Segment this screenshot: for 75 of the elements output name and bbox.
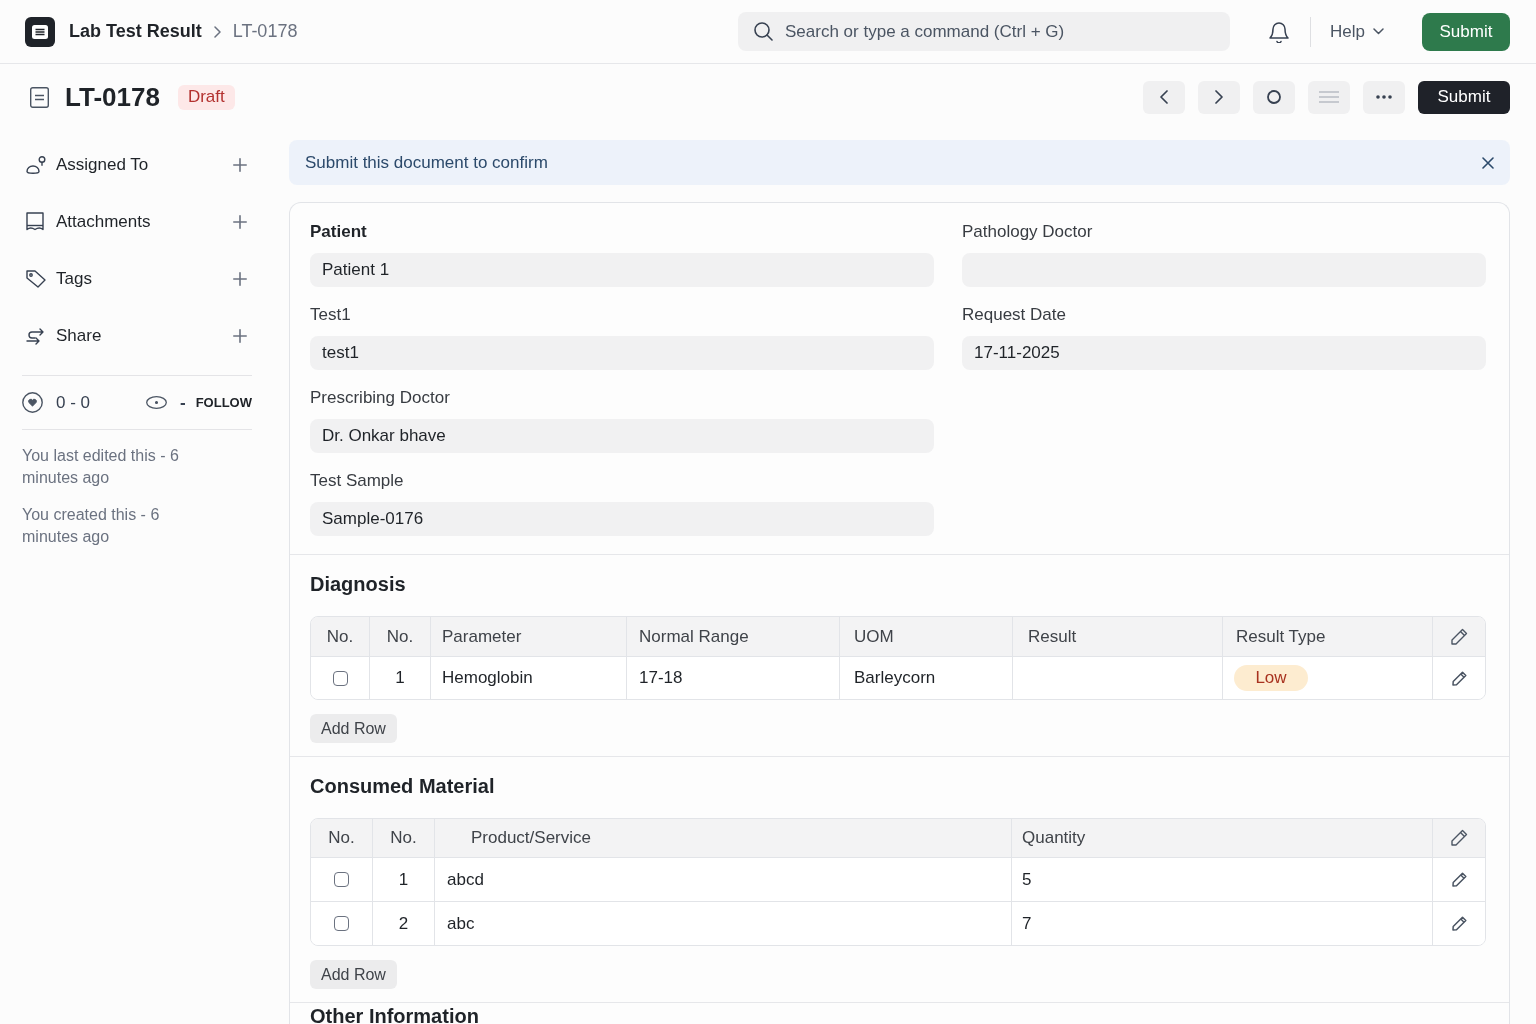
- checkbox[interactable]: [332, 670, 348, 686]
- edit-icon[interactable]: [1451, 872, 1467, 887]
- add-row-button[interactable]: Add Row: [310, 714, 397, 743]
- plus-icon[interactable]: [233, 328, 247, 343]
- submit-button[interactable]: Submit: [1418, 80, 1510, 114]
- tag-icon: [26, 269, 46, 288]
- table-cell: 1: [370, 657, 431, 699]
- input-field[interactable]: Dr. Onkar bhave: [310, 419, 934, 453]
- document-icon: [30, 86, 49, 108]
- next-button[interactable]: [1198, 80, 1240, 114]
- circle-icon: [1267, 90, 1281, 104]
- follow-link[interactable]: FOLLOW: [195, 392, 252, 413]
- plus-icon[interactable]: [233, 214, 247, 229]
- plus-icon[interactable]: [233, 271, 247, 286]
- table-cell: 17-18: [627, 657, 840, 699]
- breadcrumb-link[interactable]: Lab Test Result: [69, 18, 202, 45]
- eye-icon: [146, 396, 167, 409]
- sidebar-link[interactable]: Share: [56, 322, 102, 349]
- search-icon: [754, 22, 774, 41]
- section-title: Diagnosis: [310, 572, 407, 597]
- lines-icon: [1319, 91, 1339, 103]
- field-label: Request Date: [962, 304, 1067, 326]
- checkbox[interactable]: [334, 872, 349, 887]
- timeline-text: You created this - 6 minutes ago: [22, 505, 161, 547]
- input-field[interactable]: 17-11-2025: [962, 336, 1486, 370]
- section-title: Other Information: [310, 1006, 480, 1024]
- add-row-button[interactable]: Add Row: [310, 960, 397, 989]
- app-logo-icon[interactable]: [25, 16, 55, 47]
- field-label: Pathology Doctor: [962, 221, 1094, 243]
- chevron-right-icon: [1215, 90, 1223, 104]
- status-badge: Draft: [177, 84, 235, 110]
- status-badge: Low: [1234, 665, 1308, 691]
- edit-icon[interactable]: [1450, 829, 1468, 847]
- field-label: Prescribing Doctor: [310, 387, 451, 409]
- page-title: LT-0178: [65, 80, 160, 114]
- submit-button[interactable]: Submit: [1422, 12, 1510, 51]
- close-icon[interactable]: [1482, 156, 1494, 169]
- alert-text: Submit this document to confirm: [305, 151, 548, 174]
- chevron-right-icon: [213, 25, 221, 38]
- book-icon: [26, 212, 44, 231]
- table-cell: 7: [1012, 902, 1433, 945]
- edit-icon[interactable]: [1451, 670, 1467, 686]
- checkbox[interactable]: [334, 916, 349, 931]
- chevron-left-icon: [1160, 90, 1168, 104]
- more-icon: [1376, 95, 1392, 99]
- user-icon: [26, 155, 47, 174]
- breadcrumb-link[interactable]: LT-0178: [232, 18, 298, 45]
- table-cell: 2: [373, 902, 435, 945]
- table-cell: abc: [435, 902, 1012, 945]
- more-button[interactable]: [1363, 80, 1405, 114]
- field-label: Test Sample: [310, 470, 405, 492]
- search-field[interactable]: Search or type a command (Ctrl + G): [738, 12, 1231, 51]
- share-icon: [26, 326, 44, 345]
- like-count: 0 - 0: [56, 391, 91, 414]
- input-field[interactable]: test1: [310, 336, 934, 370]
- sidebar-link[interactable]: Tags: [56, 265, 92, 292]
- chevron-down-icon: [1373, 28, 1384, 35]
- field-label: Test1: [310, 304, 352, 326]
- section-title: Consumed Material: [310, 774, 496, 799]
- field-label: Patient: [310, 221, 368, 243]
- previous-button[interactable]: [1143, 80, 1185, 114]
- help-dropdown[interactable]: Help: [1330, 18, 1384, 45]
- edit-icon[interactable]: [1450, 627, 1468, 646]
- table-cell: Barleycorn: [840, 657, 1013, 699]
- timeline-text: You last edited this - 6 minutes ago: [22, 446, 180, 488]
- plus-icon[interactable]: [233, 157, 247, 172]
- table-cell: Hemoglobin: [431, 657, 627, 699]
- input-field[interactable]: Patient 1: [310, 253, 934, 287]
- follower-count: -: [180, 391, 186, 414]
- notification-bell-icon[interactable]: [1269, 20, 1290, 43]
- sidebar-link[interactable]: Assigned To: [56, 151, 149, 178]
- edit-icon[interactable]: [1451, 916, 1467, 931]
- sidebar-link[interactable]: Attachments: [56, 208, 151, 235]
- circle-button[interactable]: [1253, 80, 1295, 114]
- input-field[interactable]: Sample-0176: [310, 502, 934, 536]
